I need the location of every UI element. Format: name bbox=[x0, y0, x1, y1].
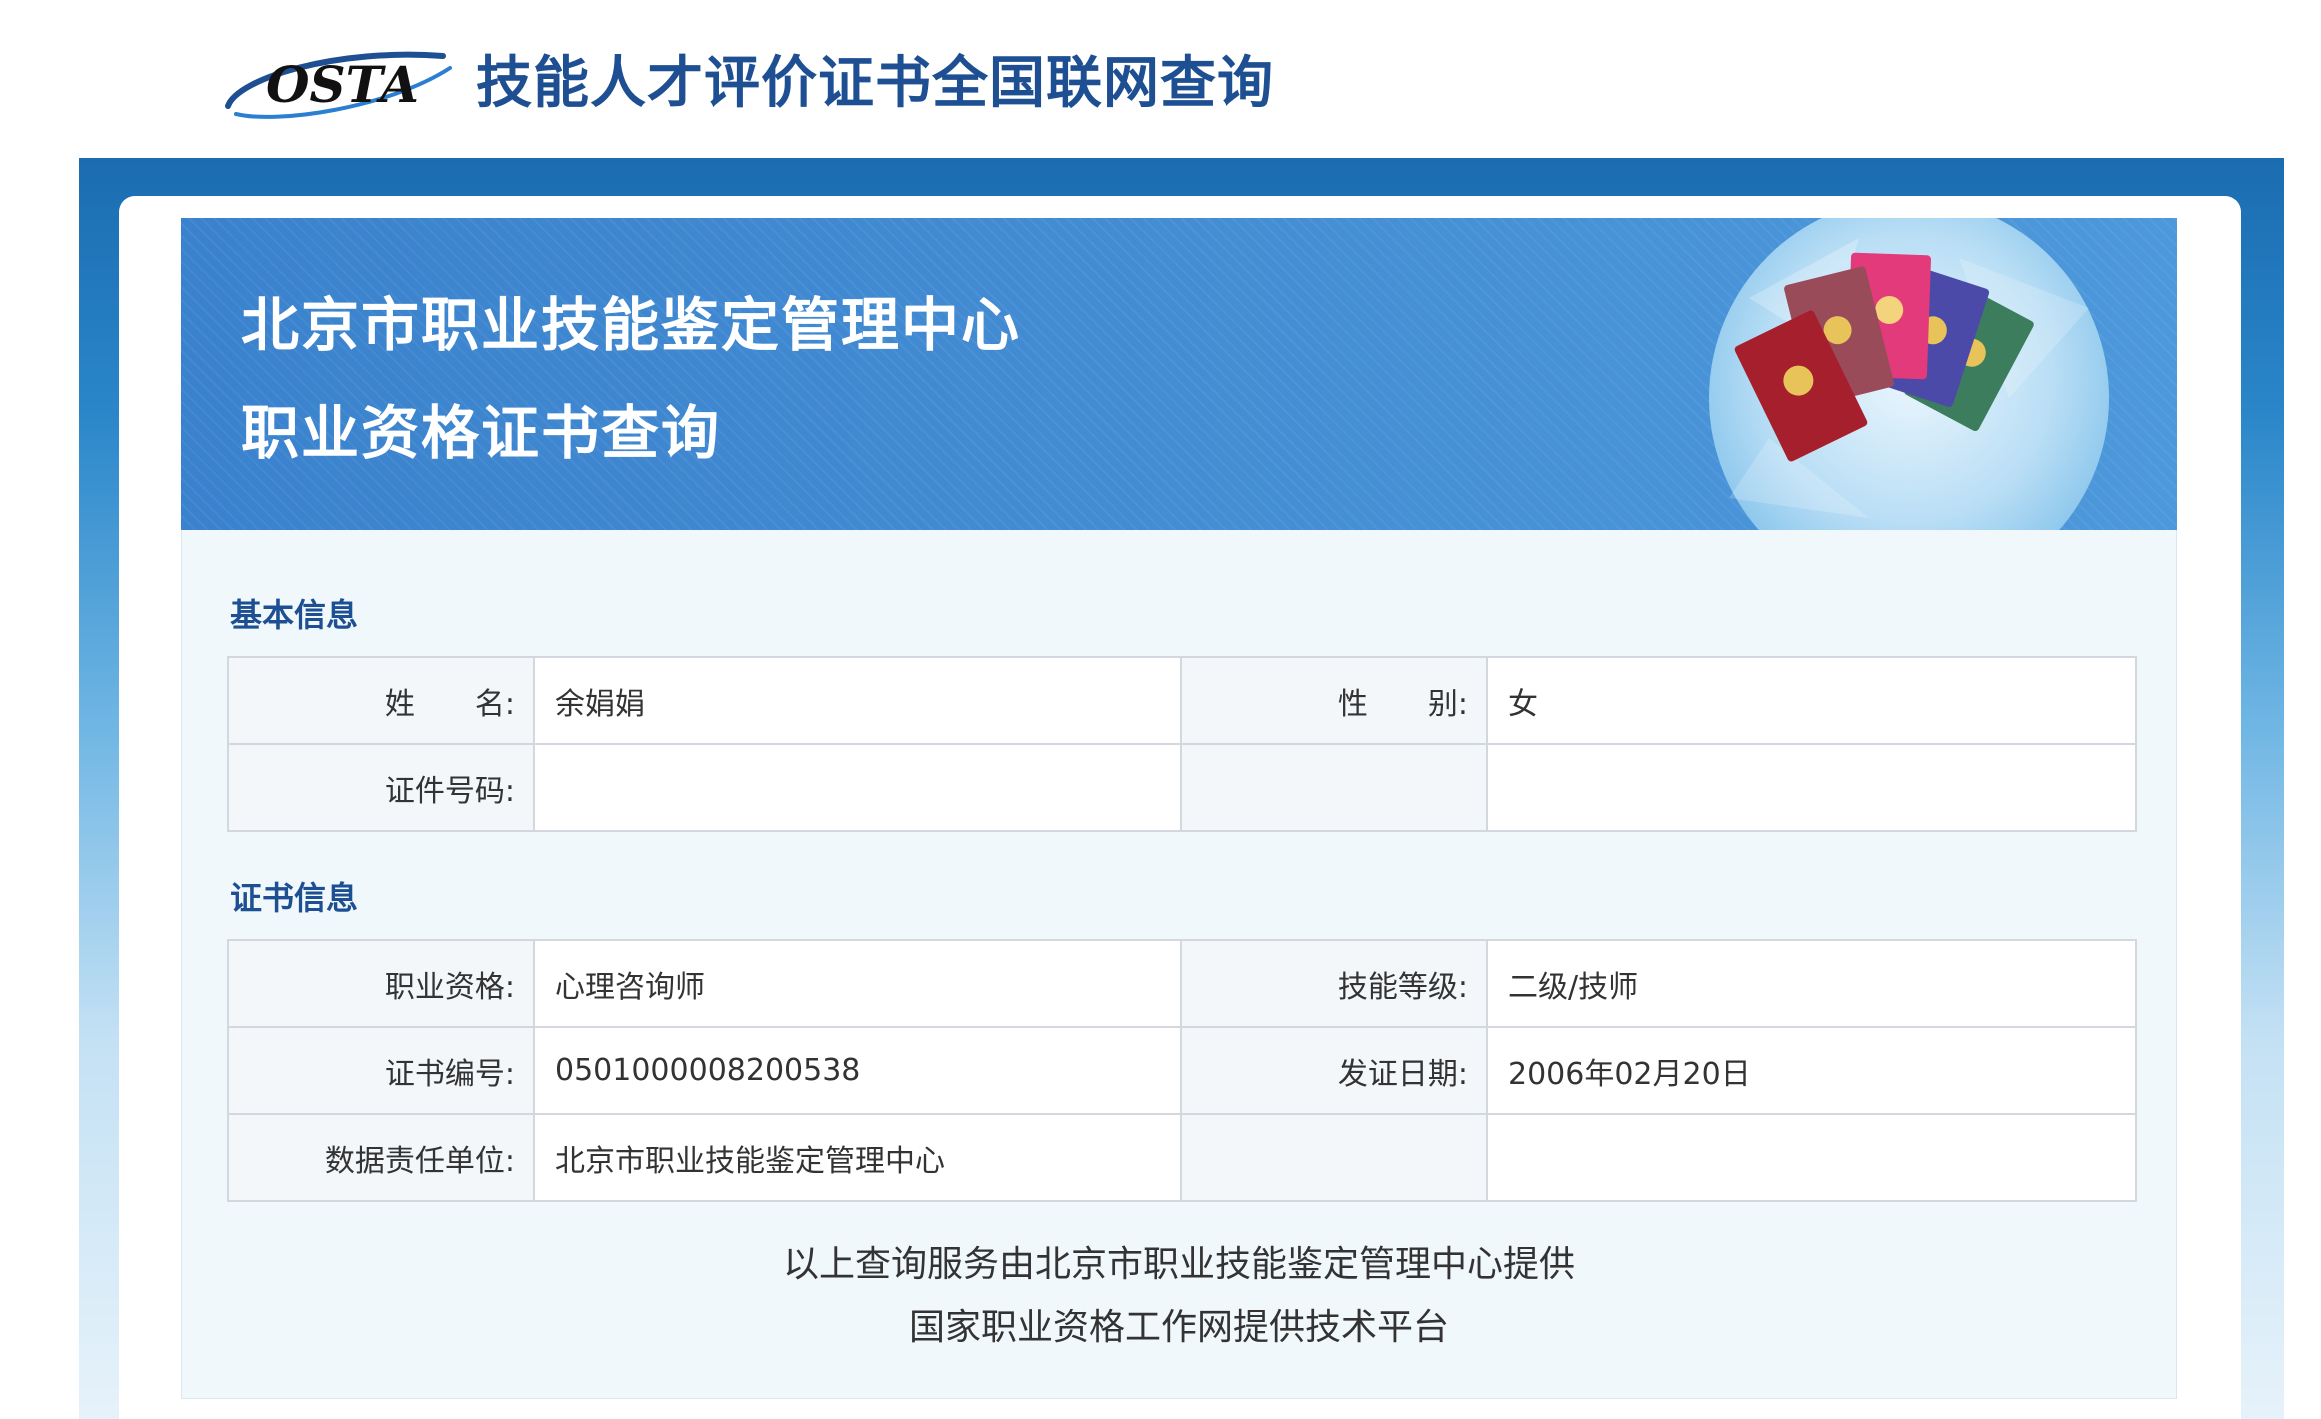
banner-page-title: 职业资格证书查询 bbox=[241, 399, 722, 467]
responsible-unit-value: 北京市职业技能鉴定管理中心 bbox=[533, 1113, 1182, 1202]
site-title: 技能人才评价证书全国联网查询 bbox=[476, 51, 1274, 116]
skill-level-label: 技能等级: bbox=[1180, 939, 1488, 1028]
qualification-value: 心理咨询师 bbox=[533, 939, 1182, 1028]
cert-number-label: 证书编号: bbox=[227, 1026, 535, 1115]
results-panel: 基本信息 姓 名: 余娟娟 性 别: 女 证件号码: 证书信息 职业资格: 心理… bbox=[181, 530, 2177, 1399]
basic-info-heading: 基本信息 bbox=[230, 596, 359, 634]
name-label: 姓 名: bbox=[227, 656, 535, 745]
table-row: 数据责任单位: 北京市职业技能鉴定管理中心 bbox=[227, 1113, 2137, 1202]
responsible-unit-label: 数据责任单位: bbox=[227, 1113, 535, 1202]
empty-value-cell bbox=[1486, 1113, 2137, 1202]
empty-label-cell bbox=[1180, 1113, 1488, 1202]
empty-value-cell bbox=[1486, 743, 2137, 832]
cert-info-heading: 证书信息 bbox=[230, 879, 359, 917]
certificates-illustration bbox=[1709, 218, 2109, 530]
service-provider-note: 以上查询服务由北京市职业技能鉴定管理中心提供 bbox=[782, 1244, 1575, 1285]
id-number-value bbox=[533, 743, 1182, 832]
cert-number-value: 0501000008200538 bbox=[533, 1026, 1182, 1115]
table-row: 证书编号: 0501000008200538 发证日期: 2006年02月20日 bbox=[227, 1026, 2137, 1115]
site-header: OSTA 技能人才评价证书全国联网查询 bbox=[0, 0, 2321, 158]
platform-note: 国家职业资格工作网提供技术平台 bbox=[908, 1307, 1449, 1348]
banner-org-title: 北京市职业技能鉴定管理中心 bbox=[241, 291, 1022, 359]
gender-value: 女 bbox=[1486, 656, 2137, 745]
osta-logo[interactable]: OSTA bbox=[218, 28, 458, 128]
table-row: 姓 名: 余娟娟 性 别: 女 bbox=[227, 656, 2137, 745]
gender-label: 性 别: bbox=[1180, 656, 1488, 745]
issue-date-label: 发证日期: bbox=[1180, 1026, 1488, 1115]
svg-text:OSTA: OSTA bbox=[266, 55, 419, 114]
table-row: 证件号码: bbox=[227, 743, 2137, 832]
empty-label-cell bbox=[1180, 743, 1488, 832]
table-row: 职业资格: 心理咨询师 技能等级: 二级/技师 bbox=[227, 939, 2137, 1028]
basic-info-table: 姓 名: 余娟娟 性 别: 女 证件号码: bbox=[227, 656, 2137, 832]
id-number-label: 证件号码: bbox=[227, 743, 535, 832]
query-banner: 北京市职业技能鉴定管理中心 职业资格证书查询 bbox=[181, 218, 2177, 530]
cert-info-table: 职业资格: 心理咨询师 技能等级: 二级/技师 证书编号: 0501000008… bbox=[227, 939, 2137, 1202]
qualification-label: 职业资格: bbox=[227, 939, 535, 1028]
name-value: 余娟娟 bbox=[533, 656, 1182, 745]
issue-date-value: 2006年02月20日 bbox=[1486, 1026, 2137, 1115]
skill-level-value: 二级/技师 bbox=[1486, 939, 2137, 1028]
